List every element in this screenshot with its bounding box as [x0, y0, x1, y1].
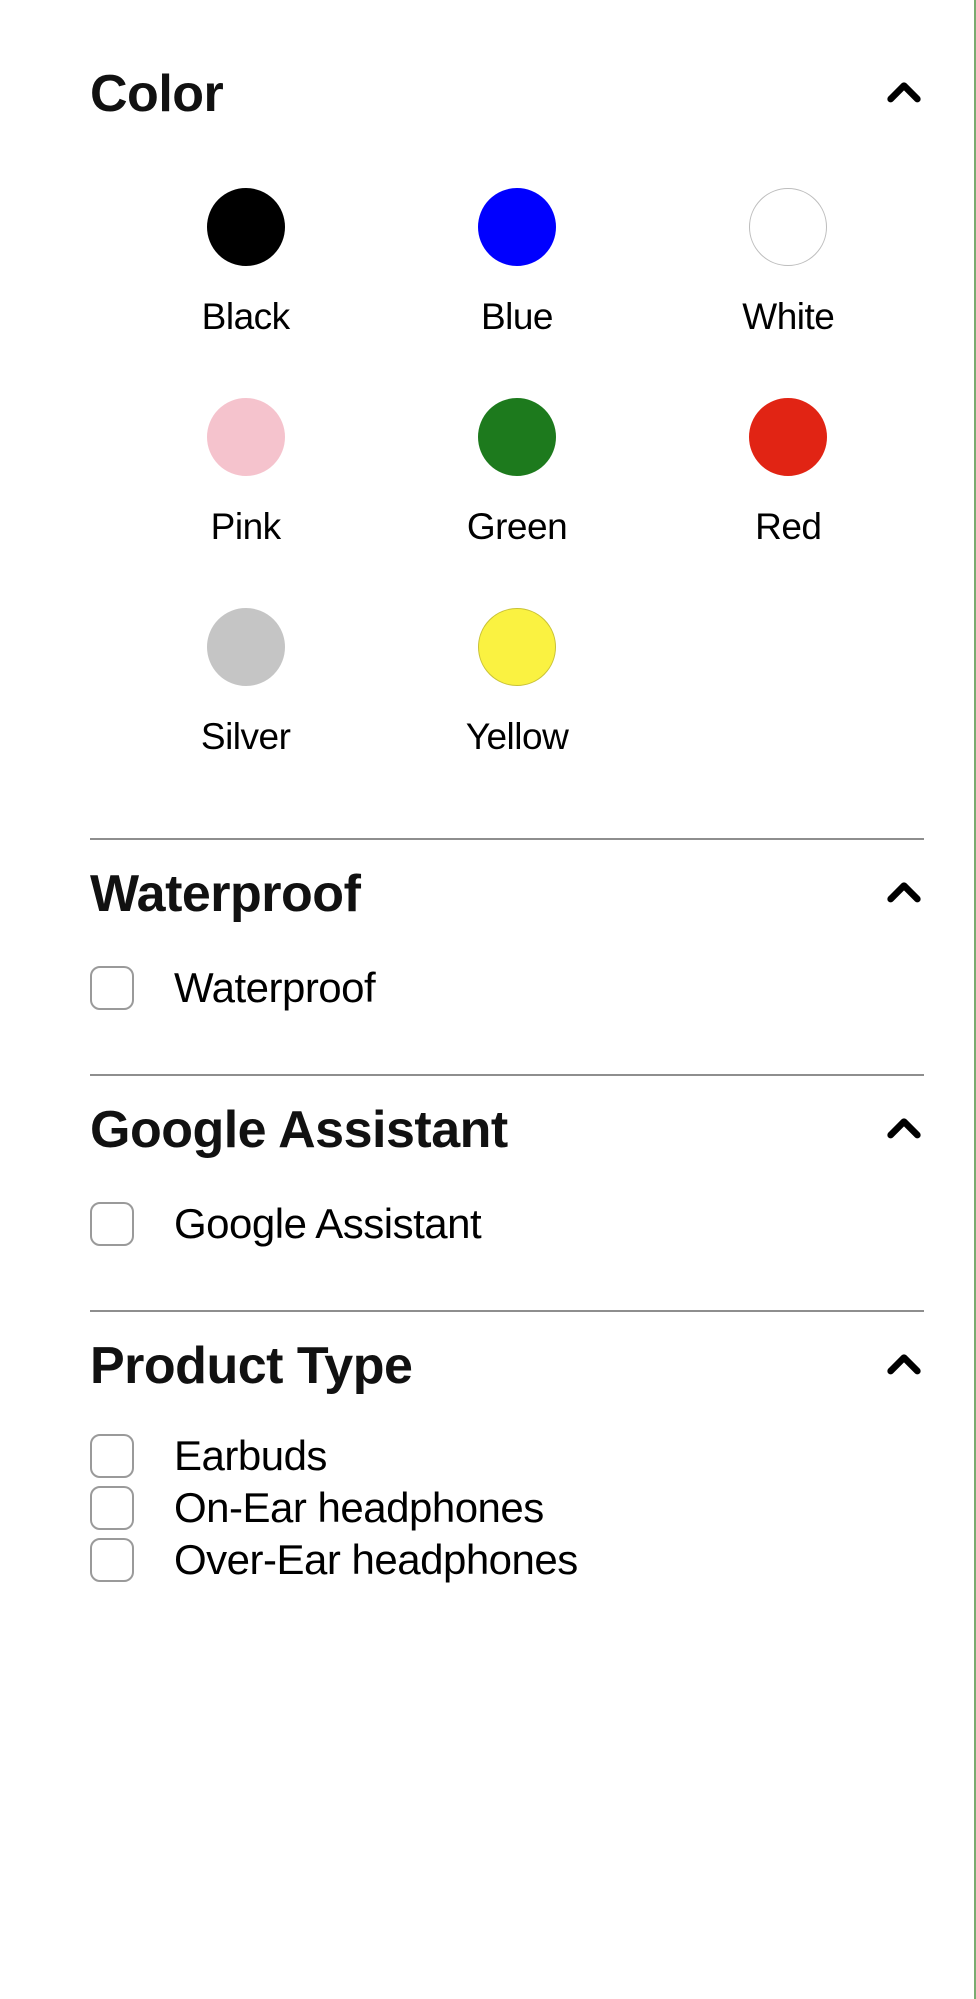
color-label: Black	[202, 296, 290, 338]
filter-panel: Color Black Blue White Pink Green Red Silver Ye…	[0, 0, 974, 1722]
chevron-up-icon	[884, 74, 924, 114]
checkbox-on-ear-headphones[interactable]: On-Ear headphones	[90, 1482, 924, 1534]
color-swatch-blue-circle	[478, 188, 556, 266]
section-header-google-assistant[interactable]: Google Assistant	[90, 1076, 924, 1184]
checkbox-label: Over-Ear headphones	[174, 1536, 578, 1584]
waterproof-list: Waterproof	[90, 948, 924, 1074]
checkbox-label: Google Assistant	[174, 1200, 481, 1248]
color-swatch-blue[interactable]: Blue	[381, 188, 652, 338]
product-type-list: EarbudsOn-Ear headphonesOver-Ear headpho…	[90, 1420, 924, 1642]
color-swatch-yellow-circle	[478, 608, 556, 686]
section-header-waterproof[interactable]: Waterproof	[90, 840, 924, 948]
color-swatch-silver-circle	[207, 608, 285, 686]
section-header-product-type[interactable]: Product Type	[90, 1312, 924, 1420]
color-swatch-pink[interactable]: Pink	[110, 398, 381, 548]
section-title-product-type: Product Type	[90, 1336, 412, 1396]
checkbox-label: Waterproof	[174, 964, 375, 1012]
color-label: Red	[755, 506, 821, 548]
color-label: Green	[467, 506, 567, 548]
checkbox-icon	[90, 1538, 134, 1582]
chevron-up-icon	[884, 1346, 924, 1386]
color-swatch-green[interactable]: Green	[381, 398, 652, 548]
chevron-up-icon	[884, 874, 924, 914]
color-label: Silver	[201, 716, 291, 758]
color-label: White	[742, 296, 834, 338]
section-title-color: Color	[90, 64, 223, 124]
checkbox-earbuds[interactable]: Earbuds	[90, 1430, 924, 1482]
section-title-google-assistant: Google Assistant	[90, 1100, 508, 1160]
checkbox-icon	[90, 1202, 134, 1246]
color-label: Blue	[481, 296, 553, 338]
color-grid: Black Blue White Pink Green Red Silver Yellow	[90, 148, 924, 838]
color-swatch-red[interactable]: Red	[653, 398, 924, 548]
google-assistant-list: Google Assistant	[90, 1184, 924, 1310]
color-label: Pink	[211, 506, 281, 548]
checkbox-icon	[90, 1486, 134, 1530]
chevron-up-icon	[884, 1110, 924, 1150]
checkbox-label: On-Ear headphones	[174, 1484, 544, 1532]
checkbox-icon	[90, 1434, 134, 1478]
checkbox-waterproof[interactable]: Waterproof	[90, 958, 924, 1018]
color-swatch-yellow[interactable]: Yellow	[381, 608, 652, 758]
color-swatch-white[interactable]: White	[653, 188, 924, 338]
color-label: Yellow	[466, 716, 569, 758]
color-swatch-black[interactable]: Black	[110, 188, 381, 338]
checkbox-icon	[90, 966, 134, 1010]
checkbox-label: Earbuds	[174, 1432, 327, 1480]
color-swatch-red-circle	[749, 398, 827, 476]
checkbox-google-assistant[interactable]: Google Assistant	[90, 1194, 924, 1254]
color-swatch-black-circle	[207, 188, 285, 266]
checkbox-over-ear-headphones[interactable]: Over-Ear headphones	[90, 1534, 924, 1586]
color-swatch-white-circle	[749, 188, 827, 266]
color-swatch-green-circle	[478, 398, 556, 476]
section-title-waterproof: Waterproof	[90, 864, 360, 924]
section-header-color[interactable]: Color	[90, 40, 924, 148]
color-swatch-silver[interactable]: Silver	[110, 608, 381, 758]
color-swatch-pink-circle	[207, 398, 285, 476]
